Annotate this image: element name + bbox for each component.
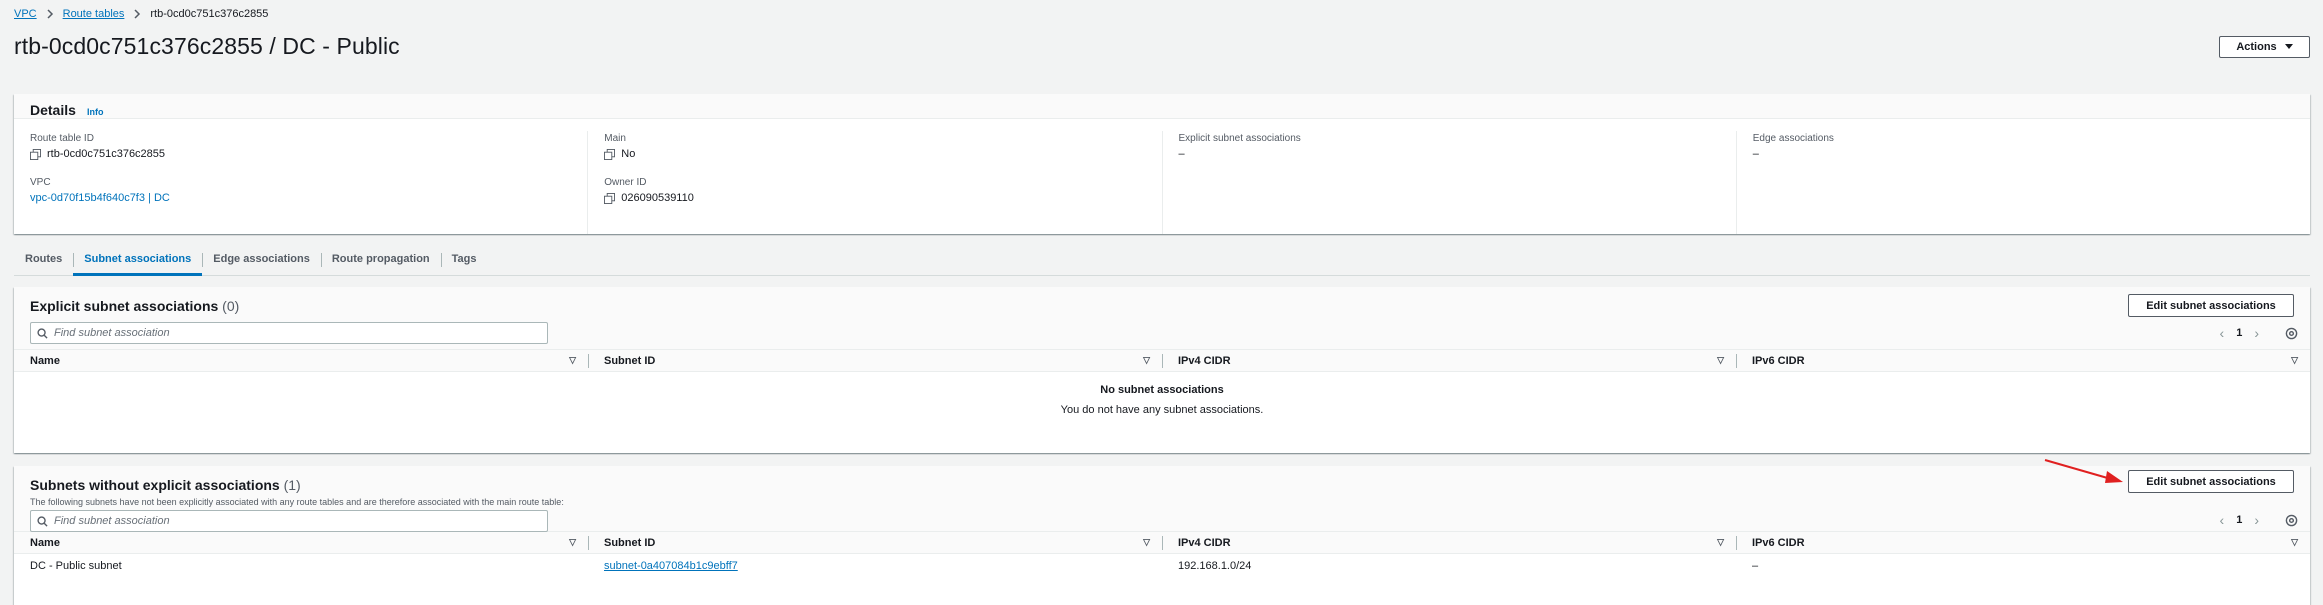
explicit-assoc-label: Explicit subnet associations xyxy=(1178,133,1301,144)
explicit-count: (0) xyxy=(222,298,240,314)
breadcrumb-vpc[interactable]: VPC xyxy=(14,8,37,20)
chevron-right-icon[interactable]: › xyxy=(2254,512,2259,528)
chevron-left-icon[interactable]: ‹ xyxy=(2220,325,2225,341)
table-header: Name ▽ Subnet ID ▽ IPv4 CIDR ▽ IPv6 CIDR ▽ xyxy=(14,532,2310,554)
subnets-without-associations-panel: Subnets without explicit associations (1… xyxy=(14,466,2310,605)
chevron-left-icon[interactable]: ‹ xyxy=(2220,512,2225,528)
column-header-name[interactable]: Name ▽ xyxy=(14,532,588,553)
tab-edge-associations[interactable]: Edge associations xyxy=(202,247,321,276)
chevron-right-icon xyxy=(46,9,54,19)
column-header-subnet-id[interactable]: Subnet ID ▽ xyxy=(588,350,1162,371)
page-title: rtb-0cd0c751c376c2855 / DC - Public xyxy=(14,33,400,59)
actions-label: Actions xyxy=(2236,41,2277,53)
chevron-right-icon xyxy=(133,9,141,19)
chevron-right-icon[interactable]: › xyxy=(2254,325,2259,341)
column-header-ipv4[interactable]: IPv4 CIDR ▽ xyxy=(1162,532,1736,553)
search-placeholder: Find subnet association xyxy=(54,327,170,339)
edit-subnet-associations-button-2[interactable]: Edit subnet associations xyxy=(2128,470,2294,493)
explicit-search-input[interactable]: Find subnet association xyxy=(30,322,548,344)
owner-id-label: Owner ID xyxy=(604,177,647,188)
copy-icon[interactable] xyxy=(30,148,41,160)
sort-icon: ▽ xyxy=(569,355,576,365)
explicit-associations-title: Explicit subnet associations (0) xyxy=(30,298,240,314)
without-associations-title: Subnets without explicit associations (1… xyxy=(30,477,301,493)
route-table-id-value: rtb-0cd0c751c376c2855 xyxy=(47,148,166,160)
column-header-name[interactable]: Name ▽ xyxy=(14,350,588,371)
sort-icon: ▽ xyxy=(569,537,576,547)
edit-subnet-associations-button[interactable]: Edit subnet associations xyxy=(2128,294,2294,317)
tab-routes[interactable]: Routes xyxy=(14,247,73,276)
details-col-3: Explicit subnet associations – xyxy=(1161,131,1736,234)
without-search-input[interactable]: Find subnet association xyxy=(30,510,548,532)
gear-icon[interactable] xyxy=(2285,327,2298,340)
without-count: (1) xyxy=(283,477,301,493)
breadcrumb: VPC Route tables rtb-0cd0c751c376c2855 xyxy=(14,7,268,21)
info-link[interactable]: Info xyxy=(87,107,104,117)
cell-name: DC - Public subnet xyxy=(30,560,122,572)
sort-icon: ▽ xyxy=(1717,355,1724,365)
explicit-associations-panel: Explicit subnet associations (0) Find su… xyxy=(14,287,2310,453)
tab-tags[interactable]: Tags xyxy=(440,247,488,276)
search-icon xyxy=(37,327,48,339)
sort-icon: ▽ xyxy=(2291,537,2298,547)
caret-down-icon xyxy=(2284,44,2293,49)
copy-icon[interactable] xyxy=(604,148,616,160)
vpc-link[interactable]: vpc-0d70f15b4f640c7f3 | DC xyxy=(30,192,170,204)
tab-route-propagation[interactable]: Route propagation xyxy=(320,247,441,276)
details-header: Details Info xyxy=(14,94,2310,119)
actions-button[interactable]: Actions xyxy=(2219,36,2310,58)
page-number[interactable]: 1 xyxy=(2236,327,2242,339)
breadcrumb-route-tables[interactable]: Route tables xyxy=(63,8,125,20)
pagination: ‹ 1 › xyxy=(2220,325,2298,341)
owner-id-value: 026090539110 xyxy=(621,192,694,204)
main-value: No xyxy=(621,148,636,160)
cell-ipv4: 192.168.1.0/24 xyxy=(1178,560,1252,572)
cell-ipv6: – xyxy=(1752,560,1759,572)
empty-title: No subnet associations xyxy=(1100,384,1224,396)
explicit-assoc-value: – xyxy=(1178,148,1185,160)
breadcrumb-current: rtb-0cd0c751c376c2855 xyxy=(150,8,269,20)
without-description: The following subnets have not been expl… xyxy=(30,497,564,507)
gear-icon[interactable] xyxy=(2285,514,2298,527)
sort-icon: ▽ xyxy=(2291,355,2298,365)
details-col-4: Edge associations – xyxy=(1735,131,2310,234)
table-row: DC - Public subnet subnet-0a407084b1c9eb… xyxy=(14,554,2310,578)
column-header-ipv6[interactable]: IPv6 CIDR ▽ xyxy=(1736,532,2310,553)
empty-text: You do not have any subnet associations. xyxy=(1060,404,1264,416)
red-arrow-annotation xyxy=(2044,459,2123,483)
table-header: Name ▽ Subnet ID ▽ IPv4 CIDR ▽ IPv6 CIDR ▽ xyxy=(14,350,2310,372)
sort-icon: ▽ xyxy=(1143,537,1150,547)
route-table-id-label: Route table ID xyxy=(30,133,94,144)
edge-assoc-label: Edge associations xyxy=(1752,133,1834,144)
column-header-ipv6[interactable]: IPv6 CIDR ▽ xyxy=(1736,350,2310,371)
column-header-subnet-id[interactable]: Subnet ID ▽ xyxy=(588,532,1162,553)
empty-state: No subnet associations You do not have a… xyxy=(14,372,2310,416)
main-label: Main xyxy=(604,133,626,144)
sort-icon: ▽ xyxy=(1717,537,1724,547)
sort-icon: ▽ xyxy=(1143,355,1150,365)
copy-icon[interactable] xyxy=(604,192,616,204)
tab-bar: Routes Subnet associations Edge associat… xyxy=(14,247,488,276)
vpc-label: VPC xyxy=(30,177,51,188)
search-placeholder: Find subnet association xyxy=(54,515,170,527)
column-header-ipv4[interactable]: IPv4 CIDR ▽ xyxy=(1162,350,1736,371)
details-col-2: Main No Owner ID 026090539110 xyxy=(587,131,1161,234)
page-number[interactable]: 1 xyxy=(2236,514,2242,526)
edge-assoc-value: – xyxy=(1752,148,1759,160)
search-icon xyxy=(37,515,48,527)
details-title: Details xyxy=(30,102,76,118)
details-panel: Details Info Route table ID rtb-0cd0c751… xyxy=(14,94,2310,234)
subnet-id-link[interactable]: subnet-0a407084b1c9ebff7 xyxy=(604,560,738,572)
details-col-1: Route table ID rtb-0cd0c751c376c2855 VPC… xyxy=(14,131,587,234)
tab-subnet-associations[interactable]: Subnet associations xyxy=(73,247,203,276)
pagination: ‹ 1 › xyxy=(2220,512,2298,528)
